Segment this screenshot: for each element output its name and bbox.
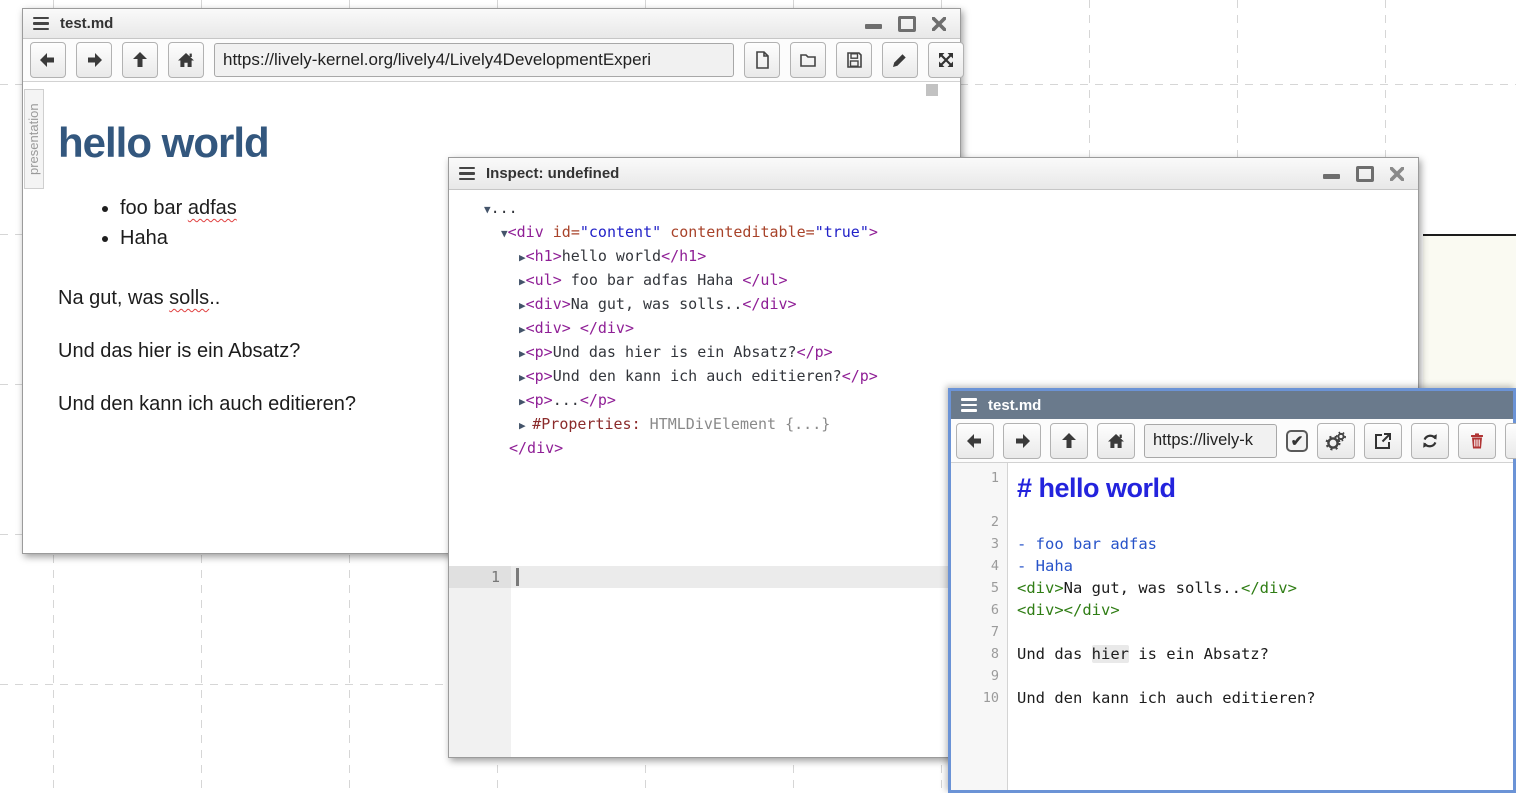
titlebar[interactable]: test.md <box>23 9 960 39</box>
code-line[interactable]: 3- foo bar adfas <box>951 533 1513 555</box>
dom-tree-line[interactable]: ▶<p>Und das hier is ein Absatz?</p> <box>449 341 1418 365</box>
save-icon <box>844 50 864 70</box>
line-number: 7 <box>951 621 1008 643</box>
up-button[interactable] <box>1050 423 1088 459</box>
new-file-button[interactable] <box>744 42 780 78</box>
navigation-toolbar: https://lively-kernel.org/lively4/Lively… <box>23 39 960 82</box>
maximize-icon[interactable] <box>898 16 916 32</box>
home-icon <box>1106 431 1126 451</box>
dom-tree-line[interactable]: ▶<h1>hello world</h1> <box>449 245 1418 269</box>
home-icon <box>176 50 196 70</box>
source-editor[interactable]: 1# hello world23- foo bar adfas4- Haha5<… <box>951 463 1513 790</box>
line-number: 3 <box>951 533 1008 555</box>
minimize-icon[interactable] <box>865 24 882 29</box>
dom-tree-line[interactable]: ▶<ul> foo bar adfas Haha </ul> <box>449 269 1418 293</box>
close-icon[interactable] <box>932 17 946 31</box>
code-line[interactable]: 2 <box>951 511 1513 533</box>
line-number: 9 <box>951 665 1008 687</box>
up-arrow-icon <box>1059 431 1079 451</box>
dom-tree-line[interactable]: ▼<div id="content" contenteditable="true… <box>449 221 1418 245</box>
window-markdown-source: test.md https://lively-k ✔ 1# hello worl… <box>948 388 1516 793</box>
open-folder-button[interactable] <box>790 42 826 78</box>
home-button[interactable] <box>1097 423 1135 459</box>
up-button[interactable] <box>122 42 158 78</box>
refresh-icon <box>1420 431 1440 451</box>
dom-tree-line[interactable]: ▼... <box>449 197 1418 221</box>
new-file-icon <box>752 50 772 70</box>
line-number: 2 <box>951 511 1008 533</box>
dom-tree-line[interactable]: ▶<div>Na gut, was solls..</div> <box>449 293 1418 317</box>
back-button[interactable] <box>956 423 994 459</box>
line-number: 1 <box>449 566 511 588</box>
expand-button[interactable] <box>928 42 964 78</box>
background-panel <box>1423 234 1516 394</box>
code-line[interactable]: 5<div>Na gut, was solls..</div> <box>951 577 1513 599</box>
window-title: test.md <box>988 397 1041 414</box>
line-number: 6 <box>951 599 1008 621</box>
forward-button[interactable] <box>1003 423 1041 459</box>
back-arrow-icon <box>965 431 985 451</box>
navigation-toolbar: https://lively-k ✔ <box>951 419 1513 463</box>
line-number: 8 <box>951 643 1008 665</box>
forward-arrow-icon <box>1012 431 1032 451</box>
dom-tree-line[interactable]: ▶<div> </div> <box>449 317 1418 341</box>
line-number: 10 <box>951 687 1008 709</box>
gears-icon <box>1325 430 1347 452</box>
up-arrow-icon <box>130 50 150 70</box>
line-number: 5 <box>951 577 1008 599</box>
window-title: test.md <box>60 15 113 32</box>
open-external-icon <box>1373 431 1393 451</box>
menu-icon[interactable] <box>33 17 49 31</box>
refresh-button[interactable] <box>1411 423 1449 459</box>
menu-icon[interactable] <box>961 398 977 412</box>
titlebar[interactable]: Inspect: undefined <box>449 158 1418 190</box>
titlebar[interactable]: test.md <box>951 391 1513 419</box>
editor-gutter <box>449 566 511 757</box>
home-button[interactable] <box>168 42 204 78</box>
pencil-icon <box>890 50 910 70</box>
window-title: Inspect: undefined <box>486 165 619 182</box>
new-file-button[interactable] <box>1505 423 1516 459</box>
close-icon[interactable] <box>1390 167 1404 181</box>
maximize-icon[interactable] <box>1356 166 1374 182</box>
text-cursor <box>516 568 519 586</box>
forward-arrow-icon <box>84 50 104 70</box>
code-line[interactable]: 6<div></div> <box>951 599 1513 621</box>
back-button[interactable] <box>30 42 66 78</box>
forward-button[interactable] <box>76 42 112 78</box>
settings-button[interactable] <box>1317 423 1355 459</box>
url-input[interactable]: https://lively-k <box>1144 424 1277 458</box>
menu-icon[interactable] <box>459 167 475 181</box>
code-line[interactable]: 7 <box>951 621 1513 643</box>
dom-tree-line[interactable]: ▶<p>Und den kann ich auch editieren?</p> <box>449 365 1418 389</box>
url-input[interactable]: https://lively-kernel.org/lively4/Lively… <box>214 43 734 77</box>
line-number: 1 <box>951 467 1008 511</box>
checkbox-checked[interactable]: ✔ <box>1286 430 1308 452</box>
code-line[interactable]: 4- Haha <box>951 555 1513 577</box>
trash-icon <box>1467 431 1487 451</box>
minimize-icon[interactable] <box>1323 174 1340 179</box>
code-line[interactable]: 10Und den kann ich auch editieren? <box>951 687 1513 709</box>
code-line[interactable]: 1# hello world <box>951 467 1513 511</box>
delete-button[interactable] <box>1458 423 1496 459</box>
edit-button[interactable] <box>882 42 918 78</box>
back-arrow-icon <box>38 50 58 70</box>
code-lines: 1# hello world23- foo bar adfas4- Haha5<… <box>951 467 1513 709</box>
open-external-button[interactable] <box>1364 423 1402 459</box>
code-line[interactable]: 9 <box>951 665 1513 687</box>
folder-icon <box>798 50 818 70</box>
line-number: 4 <box>951 555 1008 577</box>
save-button[interactable] <box>836 42 872 78</box>
code-line[interactable]: 8Und das hier is ein Absatz? <box>951 643 1513 665</box>
expand-icon <box>936 50 956 70</box>
